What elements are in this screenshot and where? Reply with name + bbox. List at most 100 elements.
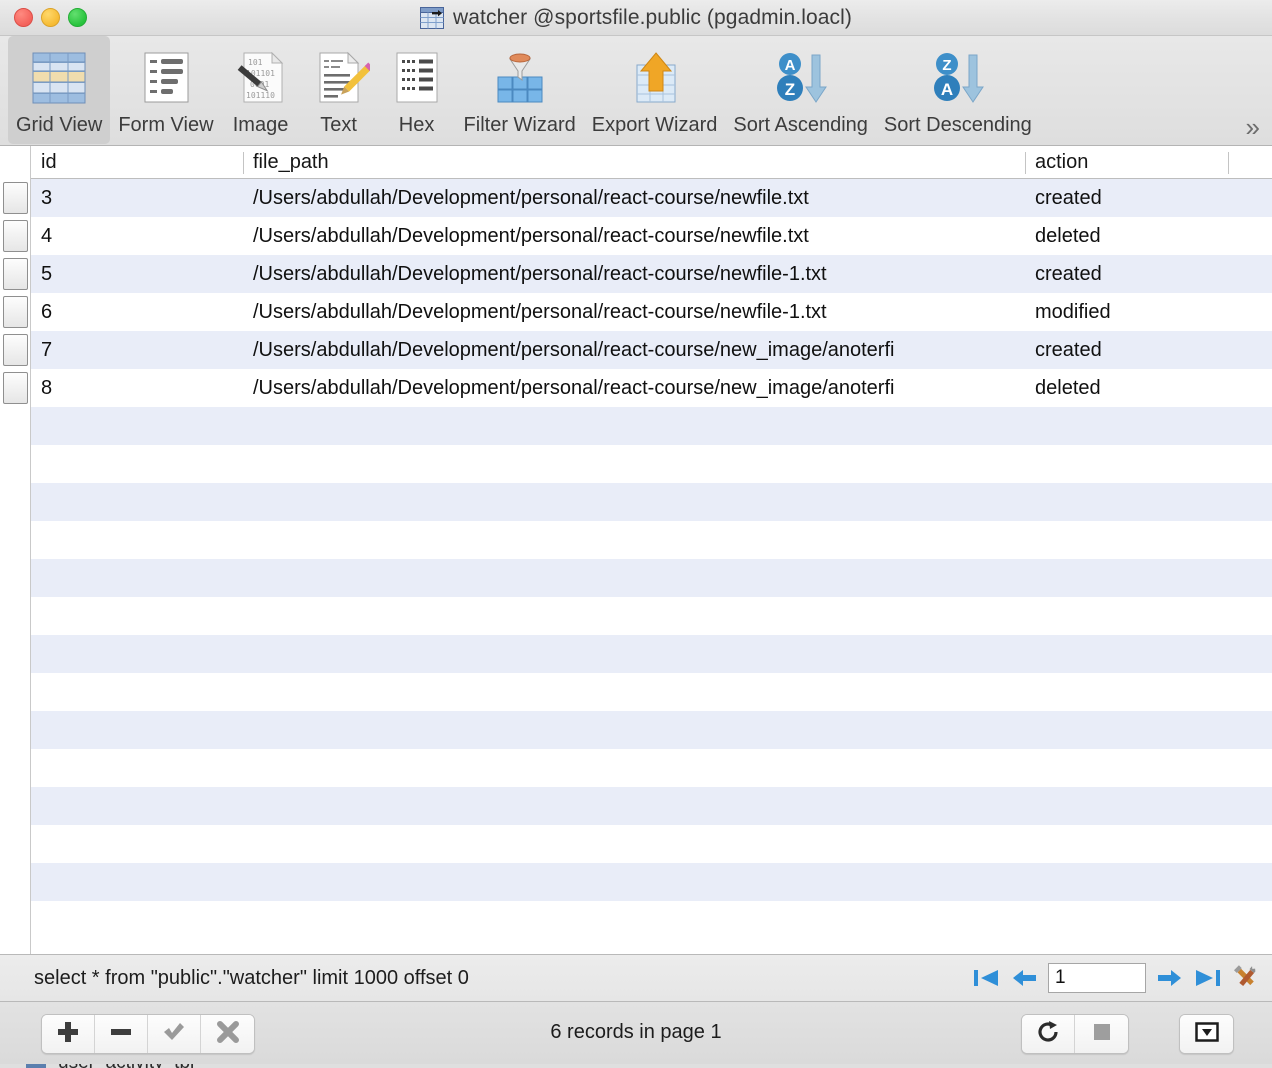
empty-row[interactable] [31, 407, 1272, 445]
column-header-id[interactable]: id [31, 146, 243, 178]
pagination-controls [972, 955, 1260, 1001]
cell-id[interactable]: 4 [31, 217, 243, 255]
add-row-button[interactable] [42, 1015, 95, 1053]
rollback-button[interactable] [201, 1015, 254, 1053]
toolbar-label: Sort Ascending [733, 114, 868, 136]
window-title: watcher @sportsfile.public (pgadmin.loac… [452, 6, 853, 29]
toolbar-label: Image [232, 114, 289, 136]
commit-button[interactable] [148, 1015, 201, 1053]
cell-id[interactable]: 8 [31, 369, 243, 407]
table-row[interactable]: 8/Users/abdullah/Development/personal/re… [31, 369, 1272, 407]
stop-square-icon [1090, 1020, 1114, 1049]
cell-file_path[interactable]: /Users/abdullah/Development/personal/rea… [243, 293, 1025, 331]
toolbar-button-text[interactable]: Text [300, 36, 378, 144]
table-row[interactable]: 4/Users/abdullah/Development/personal/re… [31, 217, 1272, 255]
options-button-group [1179, 1014, 1234, 1054]
grid-view-icon [28, 42, 90, 114]
sql-query-text: select * from "public"."watcher" limit 1… [34, 966, 469, 989]
arrow-right-icon[interactable] [1156, 965, 1184, 991]
delete-row-button[interactable] [95, 1015, 148, 1053]
empty-row[interactable] [31, 749, 1272, 787]
sort-ascending-icon: A Z [766, 42, 836, 114]
toolbar-label: Filter Wizard [463, 114, 576, 136]
toolbar-button-export-wizard[interactable]: Export Wizard [584, 36, 726, 144]
cell-file_path[interactable]: /Users/abdullah/Development/personal/rea… [243, 217, 1025, 255]
empty-row[interactable] [31, 635, 1272, 673]
cell-file_path[interactable]: /Users/abdullah/Development/personal/rea… [243, 369, 1025, 407]
toolbar-button-form-view[interactable]: Form View [110, 36, 221, 144]
background-window-sliver[interactable]: user_activity_tbl [0, 1064, 1272, 1068]
window-titlebar: watcher @sportsfile.public (pgadmin.loac… [0, 0, 1272, 36]
background-window-icon [26, 1064, 46, 1068]
empty-row[interactable] [31, 597, 1272, 635]
column-divider[interactable] [1228, 152, 1229, 174]
toolbar-button-sort-ascending[interactable]: A Z Sort Ascending [725, 36, 876, 144]
column-divider[interactable] [1025, 152, 1026, 174]
page-number-input[interactable] [1048, 963, 1146, 993]
table-grid-icon [419, 7, 444, 29]
empty-row[interactable] [31, 483, 1272, 521]
toolbar-button-filter-wizard[interactable]: Filter Wizard [456, 36, 584, 144]
x-icon [215, 1019, 241, 1050]
toolbar-label: Sort Descending [883, 114, 1032, 136]
pgadmin-table-window: watcher @sportsfile.public (pgadmin.loac… [0, 0, 1272, 1068]
row-selector-button[interactable] [3, 258, 28, 290]
cell-file_path[interactable]: /Users/abdullah/Development/personal/rea… [243, 331, 1025, 369]
table-row[interactable]: 6/Users/abdullah/Development/personal/re… [31, 293, 1272, 331]
toolbar-button-grid-view[interactable]: Grid View [8, 36, 111, 144]
row-selector-button[interactable] [3, 296, 28, 328]
empty-row[interactable] [31, 673, 1272, 711]
cell-action[interactable]: created [1025, 331, 1228, 369]
toolbar-label: Form View [118, 114, 214, 136]
text-icon [308, 42, 370, 114]
empty-row[interactable] [31, 445, 1272, 483]
tools-icon[interactable] [1232, 965, 1260, 991]
svg-text:Z: Z [784, 80, 794, 99]
empty-row[interactable] [31, 787, 1272, 825]
arrow-first-icon[interactable] [972, 965, 1000, 991]
toolbar-button-hex[interactable]: Hex [378, 36, 456, 144]
table-row[interactable]: 3/Users/abdullah/Development/personal/re… [31, 179, 1272, 217]
cell-action[interactable]: deleted [1025, 369, 1228, 407]
cell-action[interactable]: created [1025, 179, 1228, 217]
cell-file_path[interactable]: /Users/abdullah/Development/personal/rea… [243, 255, 1025, 293]
filter-wizard-icon [486, 42, 554, 114]
cell-id[interactable]: 3 [31, 179, 243, 217]
toolbar-label: Text [320, 114, 357, 136]
hex-icon [396, 52, 438, 103]
toolbar-overflow-button[interactable]: » [1246, 114, 1261, 140]
cell-action[interactable]: created [1025, 255, 1228, 293]
empty-row[interactable] [31, 863, 1272, 901]
toolbar-button-sort-descending[interactable]: Z A Sort Descending [876, 36, 1040, 144]
column-header-extra[interactable] [1228, 146, 1272, 178]
empty-row[interactable] [31, 711, 1272, 749]
column-header-action[interactable]: action [1025, 146, 1228, 178]
arrow-left-icon[interactable] [1010, 965, 1038, 991]
toolbar-button-image[interactable]: 101 101101 0001 101110 Image [222, 36, 300, 144]
refresh-button[interactable] [1022, 1015, 1075, 1053]
arrow-last-icon[interactable] [1194, 965, 1222, 991]
row-edit-button-group [41, 1014, 255, 1054]
cell-id[interactable]: 6 [31, 293, 243, 331]
column-divider[interactable] [243, 152, 244, 174]
row-selector-button[interactable] [3, 182, 28, 214]
table-row[interactable]: 7/Users/abdullah/Development/personal/re… [31, 331, 1272, 369]
stop-button[interactable] [1075, 1015, 1128, 1053]
empty-row[interactable] [31, 825, 1272, 863]
empty-row[interactable] [31, 559, 1272, 597]
empty-row[interactable] [31, 521, 1272, 559]
cell-action[interactable]: modified [1025, 293, 1228, 331]
cell-file_path[interactable]: /Users/abdullah/Development/personal/rea… [243, 179, 1025, 217]
svg-text:A: A [784, 57, 795, 74]
cell-id[interactable]: 7 [31, 331, 243, 369]
svg-text:101: 101 [248, 58, 263, 67]
column-header-file_path[interactable]: file_path [243, 146, 1025, 178]
table-row[interactable]: 5/Users/abdullah/Development/personal/re… [31, 255, 1272, 293]
cell-id[interactable]: 5 [31, 255, 243, 293]
empty-row[interactable] [31, 901, 1272, 939]
row-selector-button[interactable] [3, 220, 28, 252]
options-button[interactable] [1180, 1015, 1233, 1053]
row-selector-button[interactable] [3, 334, 28, 366]
row-selector-button[interactable] [3, 372, 28, 404]
cell-action[interactable]: deleted [1025, 217, 1228, 255]
